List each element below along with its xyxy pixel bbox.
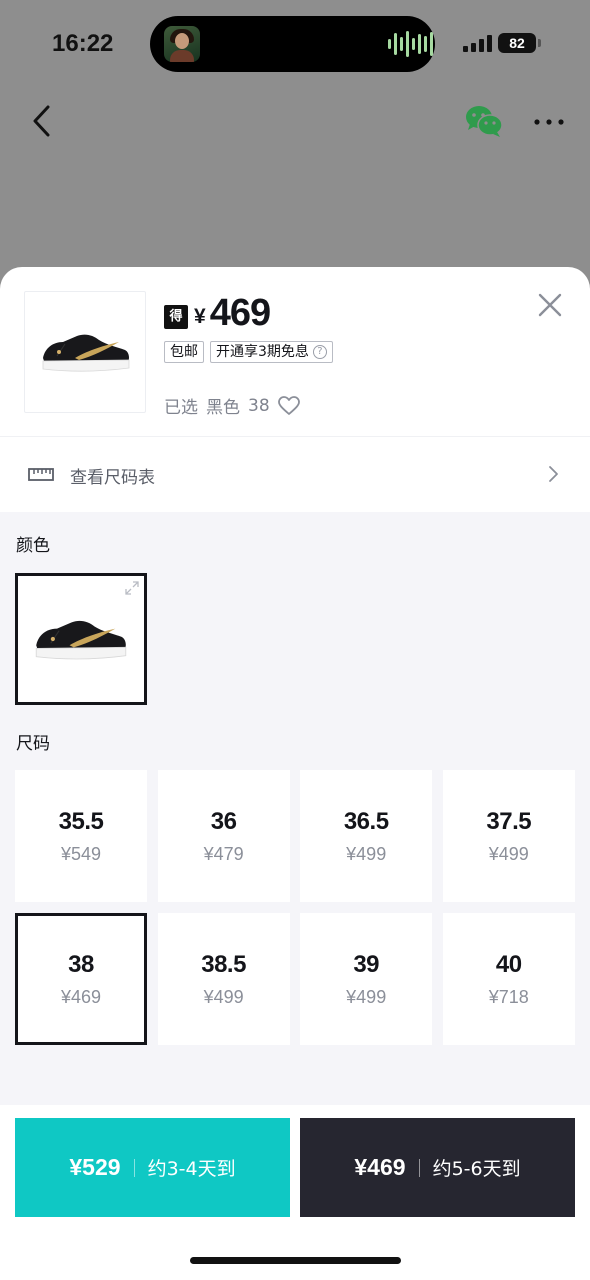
help-icon[interactable]: ? (312, 345, 327, 359)
buy-express-button[interactable]: ¥529 约3-4天到 (15, 1118, 290, 1217)
chevron-right-icon (549, 466, 558, 482)
purchase-footer: ¥529 约3-4天到 ¥469 约5-6天到 (0, 1105, 590, 1280)
cellular-signal-icon (463, 34, 492, 52)
service-tags: 包邮 开通享3期免息 ? (164, 341, 333, 363)
buy-standard-button[interactable]: ¥469 约5-6天到 (300, 1118, 575, 1217)
chevron-left-icon[interactable] (26, 104, 60, 138)
status-bar: 16:22 82 (0, 0, 590, 90)
size-chart-label: 查看尺码表 (70, 468, 155, 488)
heart-icon[interactable] (277, 395, 300, 416)
ruler-icon (28, 468, 54, 481)
status-time: 16:22 (52, 30, 114, 57)
size-chart-row[interactable]: 查看尺码表 (0, 437, 590, 511)
selected-sku-info: 已选 黑色 38 (164, 393, 300, 418)
audio-waveform-icon (388, 30, 433, 58)
size-option[interactable]: 40 ¥718 (442, 913, 575, 1045)
close-icon[interactable] (534, 289, 566, 321)
size-option[interactable]: 36 ¥479 (157, 770, 290, 902)
color-option-black[interactable] (15, 573, 147, 705)
size-option[interactable]: 38.5 ¥499 (157, 913, 290, 1045)
color-section-label: 颜色 (16, 536, 50, 556)
battery-icon: 82 (498, 33, 541, 53)
selected-size: 38 (248, 395, 270, 416)
currency-symbol: ¥ (194, 305, 206, 328)
standard-price: ¥469 (354, 1154, 406, 1180)
size-option[interactable]: 35.5 ¥549 (15, 770, 147, 902)
more-dots-icon[interactable] (532, 112, 566, 132)
selected-prefix: 已选 (164, 398, 198, 418)
selected-color: 黑色 (206, 398, 240, 418)
free-shipping-tag: 包邮 (164, 341, 204, 363)
sneaker-image (35, 620, 127, 660)
sku-selection-sheet: 得物 ¥ 469 包邮 开通享3期免息 ? 已选 黑色 38 查看尺码表 颜色 … (0, 267, 590, 1280)
dynamic-island[interactable] (150, 16, 435, 72)
installment-tag[interactable]: 开通享3期免息 ? (210, 341, 333, 363)
size-grid: 35.5 ¥549 36 ¥479 36.5 ¥499 37.5 ¥499 38… (15, 770, 575, 1045)
separator (133, 1158, 135, 1177)
express-eta: 约3-4天到 (147, 1158, 236, 1180)
standard-eta: 约5-6天到 (432, 1158, 521, 1180)
home-indicator[interactable] (190, 1257, 401, 1264)
now-playing-artwork (164, 26, 200, 62)
size-option[interactable]: 37.5 ¥499 (442, 770, 575, 902)
separator (418, 1158, 420, 1177)
size-option[interactable]: 36.5 ¥499 (300, 770, 433, 902)
size-option[interactable]: 39 ¥499 (300, 913, 433, 1045)
price-row: 得物 ¥ 469 (164, 291, 271, 348)
dewu-logo: 得物 (164, 305, 188, 348)
wechat-icon[interactable] (464, 104, 504, 138)
sneaker-image (42, 334, 130, 372)
size-section-label: 尺码 (16, 734, 50, 754)
size-option-selected[interactable]: 38 ¥469 (15, 913, 147, 1045)
express-price: ¥529 (69, 1154, 121, 1180)
options-panel: 颜色 尺码 35.5 ¥549 36 ¥479 36.5 ¥499 37.5 ¥… (0, 512, 590, 1105)
expand-icon[interactable] (124, 580, 140, 596)
product-thumbnail[interactable] (24, 291, 146, 413)
product-price: 469 (209, 292, 271, 334)
